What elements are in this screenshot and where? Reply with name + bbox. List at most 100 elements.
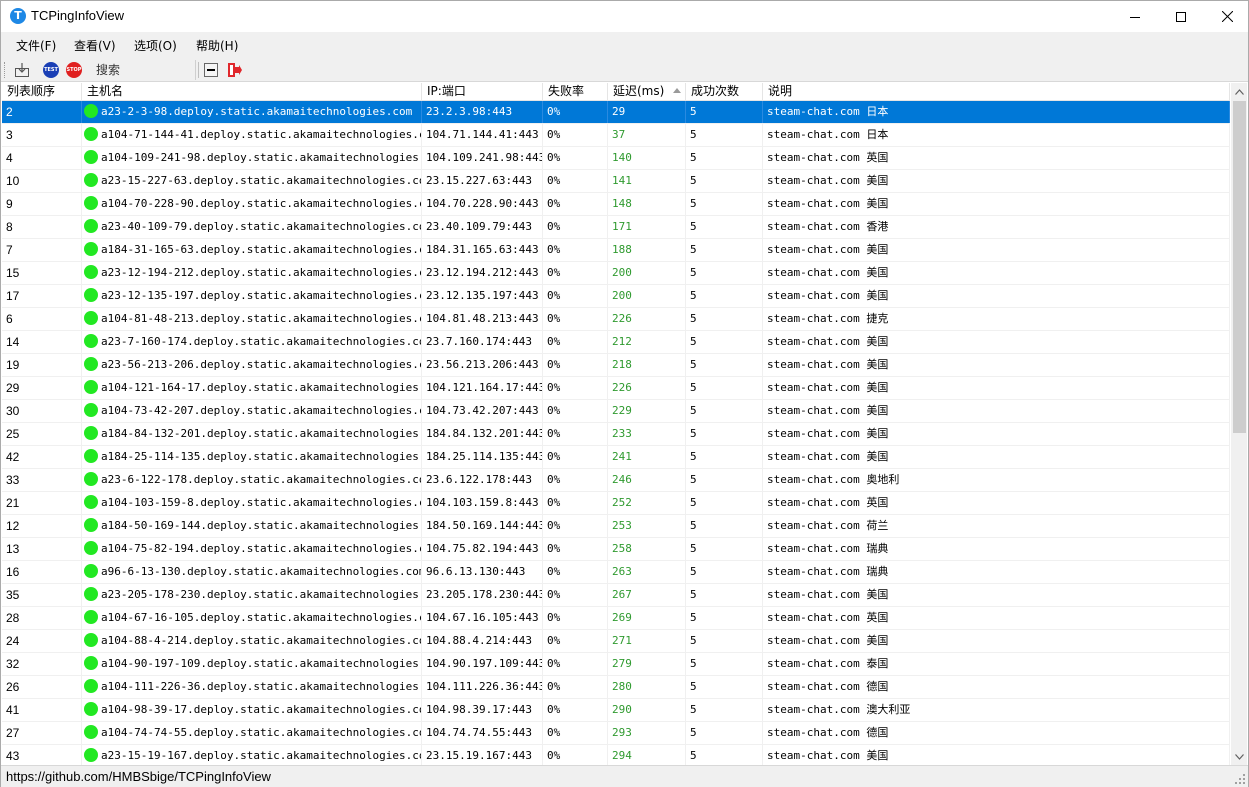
status-ok-icon [84, 196, 98, 210]
table-row[interactable]: 8 a23-40-109-79.deploy.static.akamaitechn… [2, 216, 1230, 239]
table-row[interactable]: 28 a104-67-16-105.deploy.static.akamaitec… [2, 607, 1230, 630]
vertical-scrollbar[interactable] [1231, 83, 1247, 765]
table-row[interactable]: 16 a96-6-13-130.deploy.static.akamaitechn… [2, 561, 1230, 584]
table-row[interactable]: 19 a23-56-213-206.deploy.static.akamaitec… [2, 354, 1230, 377]
menu-options[interactable]: 选项(O) [134, 37, 177, 54]
status-ok-icon [84, 541, 98, 555]
stop-button[interactable]: STOP [64, 60, 84, 80]
cell-success-count: 5 [686, 101, 763, 123]
cell-host: a23-7-160-174.deploy.static.akamaitechno… [82, 331, 422, 353]
toolbar-grip[interactable] [4, 62, 7, 78]
status-link[interactable]: https://github.com/HMBSbige/TCPingInfoVi… [6, 769, 271, 784]
menu-help[interactable]: 帮助(H) [196, 37, 238, 54]
cell-fail-rate: 0% [543, 561, 608, 583]
table-row[interactable]: 35 a23-205-178-230.deploy.static.akamaite… [2, 584, 1230, 607]
exit-button[interactable] [224, 60, 244, 80]
table-row[interactable]: 24 a104-88-4-214.deploy.static.akamaitech… [2, 630, 1230, 653]
cell-index: 26 [2, 676, 82, 698]
cell-fail-rate: 0% [543, 745, 608, 765]
scroll-up-button[interactable] [1231, 83, 1247, 100]
menu-file[interactable]: 文件(F) [16, 37, 56, 54]
table-row[interactable]: 15 a23-12-194-212.deploy.static.akamaitec… [2, 262, 1230, 285]
column-header-index[interactable]: 列表顺序 [2, 83, 82, 101]
cell-fail-rate: 0% [543, 446, 608, 468]
column-header-fail-rate[interactable]: 失败率 [543, 83, 608, 101]
scroll-down-button[interactable] [1231, 748, 1247, 765]
cell-index: 28 [2, 607, 82, 629]
status-ok-icon [84, 219, 98, 233]
scrollbar-thumb[interactable] [1233, 101, 1246, 433]
table-row[interactable]: 17 a23-12-135-197.deploy.static.akamaitec… [2, 285, 1230, 308]
table-row[interactable]: 21 a104-103-159-8.deploy.static.akamaitec… [2, 492, 1230, 515]
maximize-icon [1176, 11, 1186, 22]
cell-host: a23-56-213-206.deploy.static.akamaitechn… [82, 354, 422, 376]
cell-host-text: a184-25-114-135.deploy.static.akamaitech… [101, 450, 422, 463]
table-row[interactable]: 26 a104-111-226-36.deploy.static.akamaite… [2, 676, 1230, 699]
table-row[interactable]: 30 a104-73-42-207.deploy.static.akamaitec… [2, 400, 1230, 423]
cell-fail-rate: 0% [543, 262, 608, 284]
cell-index: 15 [2, 262, 82, 284]
table-row[interactable]: 4 a104-109-241-98.deploy.static.akamaitec… [2, 147, 1230, 170]
resize-grip-icon[interactable] [1235, 774, 1245, 784]
cell-ip-port: 23.12.135.197:443 [422, 285, 543, 307]
column-header-description[interactable]: 说明 [763, 83, 1230, 101]
maximize-button[interactable] [1158, 1, 1204, 32]
table-row[interactable]: 41 a104-98-39-17.deploy.static.akamaitech… [2, 699, 1230, 722]
table-row[interactable]: 25 a184-84-132-201.deploy.static.akamaite… [2, 423, 1230, 446]
table-row[interactable]: 33 a23-6-122-178.deploy.static.akamaitech… [2, 469, 1230, 492]
table-row[interactable]: 12 a184-50-169-144.deploy.static.akamaite… [2, 515, 1230, 538]
table-row[interactable]: 7 a184-31-165-63.deploy.static.akamaitech… [2, 239, 1230, 262]
cell-description: steam-chat.com 日本 [763, 101, 1230, 123]
cell-success-count: 5 [686, 216, 763, 238]
cell-host: a104-121-164-17.deploy.static.akamaitech… [82, 377, 422, 399]
title-bar[interactable]: T TCPingInfoView [1, 1, 1248, 32]
close-button[interactable] [1204, 1, 1249, 32]
cell-fail-rate: 0% [543, 170, 608, 192]
table-row[interactable]: 29 a104-121-164-17.deploy.static.akamaite… [2, 377, 1230, 400]
minimize-button[interactable] [1112, 1, 1158, 32]
cell-ip-port: 96.6.13.130:443 [422, 561, 543, 583]
table-row[interactable]: 32 a104-90-197-109.deploy.static.akamaite… [2, 653, 1230, 676]
table-row[interactable]: 27 a104-74-74-55.deploy.static.akamaitech… [2, 722, 1230, 745]
table-row[interactable]: 10 a23-15-227-63.deploy.static.akamaitech… [2, 170, 1230, 193]
sort-ascending-icon [673, 88, 681, 93]
status-ok-icon [84, 610, 98, 624]
cell-index: 13 [2, 538, 82, 560]
cell-latency: 290 [608, 699, 686, 721]
minimize-icon [1130, 16, 1140, 18]
status-ok-icon [84, 288, 98, 302]
column-header-success-count[interactable]: 成功次数 [686, 83, 763, 101]
cell-latency: 229 [608, 400, 686, 422]
column-header-latency[interactable]: 延迟(ms) [608, 83, 686, 101]
cell-description: steam-chat.com 荷兰 [763, 515, 1230, 537]
table-row[interactable]: 6 a104-81-48-213.deploy.static.akamaitech… [2, 308, 1230, 331]
cell-description: steam-chat.com 英国 [763, 492, 1230, 514]
table-row[interactable]: 42 a184-25-114-135.deploy.static.akamaite… [2, 446, 1230, 469]
cell-latency: 271 [608, 630, 686, 652]
cell-latency: 148 [608, 193, 686, 215]
column-header-ip[interactable]: IP:端口 [422, 83, 543, 101]
cell-latency: 188 [608, 239, 686, 261]
cell-description: steam-chat.com 美国 [763, 354, 1230, 376]
status-ok-icon [84, 104, 98, 118]
cell-fail-rate: 0% [543, 377, 608, 399]
cell-host: a23-12-194-212.deploy.static.akamaitechn… [82, 262, 422, 284]
menu-view[interactable]: 查看(V) [74, 37, 116, 54]
table-row[interactable]: 9 a104-70-228-90.deploy.static.akamaitech… [2, 193, 1230, 216]
test-button[interactable]: TEST [41, 60, 61, 80]
table-row[interactable]: 2 a23-2-3-98.deploy.static.akamaitechnolo… [2, 101, 1230, 124]
cell-index: 24 [2, 630, 82, 652]
minimize-tray-button[interactable] [201, 60, 221, 80]
table-row[interactable]: 14 a23-7-160-174.deploy.static.akamaitech… [2, 331, 1230, 354]
table-row[interactable]: 3 a104-71-144-41.deploy.static.akamaitech… [2, 124, 1230, 147]
export-button[interactable] [12, 60, 32, 80]
column-header-host[interactable]: 主机名 [82, 83, 422, 101]
cell-host: a104-71-144-41.deploy.static.akamaitechn… [82, 124, 422, 146]
status-ok-icon [84, 334, 98, 348]
search-input[interactable]: 搜索 [92, 60, 196, 80]
table-row[interactable]: 13 a104-75-82-194.deploy.static.akamaitec… [2, 538, 1230, 561]
cell-latency: 258 [608, 538, 686, 560]
cell-host-text: a23-12-194-212.deploy.static.akamaitechn… [101, 266, 422, 279]
cell-index: 12 [2, 515, 82, 537]
table-row[interactable]: 43 a23-15-19-167.deploy.static.akamaitech… [2, 745, 1230, 765]
